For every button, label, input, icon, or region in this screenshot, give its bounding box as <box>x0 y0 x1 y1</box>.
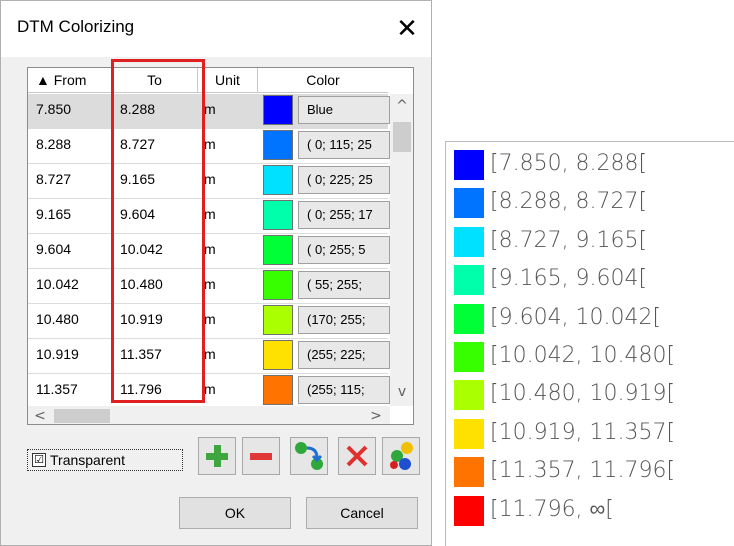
unit-cell[interactable]: m <box>204 339 216 373</box>
to-column-highlight <box>111 59 205 403</box>
remove-range-button[interactable] <box>242 437 280 475</box>
ok-button[interactable]: OK <box>179 497 291 529</box>
table-row[interactable]: 11.357 11.796 m (255; 115; <box>28 374 390 409</box>
from-cell[interactable]: 9.604 <box>36 234 71 268</box>
from-cell[interactable]: 10.480 <box>36 304 79 338</box>
horizontal-scroll-thumb[interactable] <box>54 409 110 423</box>
legend-range-label: [10.480, 10.919[ <box>490 381 676 407</box>
table-row[interactable]: 8.288 8.727 m( 0; 115; 25 <box>28 129 390 164</box>
unit-cell[interactable]: m <box>204 374 216 408</box>
table-row[interactable]: 10.042 10.480 m( 55; 255; <box>28 269 390 304</box>
from-cell[interactable]: 10.919 <box>36 339 79 373</box>
dialog-title: DTM Colorizing <box>17 17 135 36</box>
color-swatch[interactable] <box>263 270 293 300</box>
legend-swatch <box>454 265 484 296</box>
title-bar: DTM Colorizing ✕ <box>1 1 431 57</box>
unit-cell[interactable]: m <box>204 234 216 268</box>
color-value-field[interactable]: ( 0; 225; 25 <box>298 166 390 194</box>
scroll-right-arrow-icon[interactable]: > <box>364 406 388 424</box>
column-header-color[interactable]: Color <box>258 68 388 93</box>
legend-swatch <box>454 418 484 449</box>
unit-cell[interactable]: m <box>204 129 216 163</box>
table-row[interactable]: 9.604 10.042 m( 0; 255; 5 <box>28 234 390 269</box>
from-cell[interactable]: 7.850 <box>36 94 71 128</box>
column-header-unit[interactable]: Unit <box>198 68 258 93</box>
unit-cell[interactable]: m <box>204 269 216 303</box>
table-row[interactable]: 9.165 9.604 m( 0; 255; 17 <box>28 199 390 234</box>
horizontal-scrollbar[interactable]: < > <box>28 406 390 424</box>
color-swatch[interactable] <box>263 130 293 160</box>
color-palette-button[interactable] <box>382 437 420 475</box>
column-header-from[interactable]: ▲ From <box>28 68 112 93</box>
recolor-arrows-icon <box>295 442 323 470</box>
unit-cell[interactable]: m <box>204 199 216 233</box>
color-value-field[interactable]: ( 0; 255; 5 <box>298 236 390 264</box>
color-swatch[interactable] <box>263 200 293 230</box>
unit-cell[interactable]: m <box>204 304 216 338</box>
color-value-field[interactable]: ( 0; 115; 25 <box>298 131 390 159</box>
legend-swatch <box>454 226 484 257</box>
color-swatch[interactable] <box>263 375 293 405</box>
legend-range-label: [10.919, 11.357[ <box>490 419 676 445</box>
cancel-button[interactable]: Cancel <box>306 497 418 529</box>
legend-range-label: [9.604, 10.042[ <box>490 304 662 330</box>
legend-range-label: [10.042, 10.480[ <box>490 343 676 368</box>
legend-range-label: [11.796, ∞[ <box>490 496 614 522</box>
table-row[interactable]: 8.727 9.165 m( 0; 225; 25 <box>28 164 390 199</box>
color-swatch[interactable] <box>263 165 293 195</box>
from-cell[interactable]: 10.042 <box>36 269 79 303</box>
legend-swatch <box>454 303 484 334</box>
color-value-field[interactable]: Blue <box>298 96 390 124</box>
from-cell[interactable]: 8.727 <box>36 164 71 198</box>
from-cell[interactable]: 11.357 <box>36 374 78 408</box>
plus-icon <box>206 445 228 467</box>
color-swatch[interactable] <box>263 235 293 265</box>
color-swatch[interactable] <box>263 340 293 370</box>
unit-cell[interactable]: m <box>204 164 216 198</box>
color-swatch[interactable] <box>263 95 293 125</box>
color-balls-icon <box>390 442 413 470</box>
legend-range-label: [11.357, 11.796[ <box>490 458 676 484</box>
color-value-field[interactable]: (255; 225; <box>298 341 390 369</box>
from-cell[interactable]: 9.165 <box>36 199 71 233</box>
unit-cell[interactable]: m <box>204 94 216 128</box>
legend-range-label: [9.165, 9.604[ <box>490 266 648 292</box>
legend-swatch <box>454 188 484 219</box>
color-swatch[interactable] <box>263 305 293 335</box>
close-icon[interactable]: ✕ <box>387 9 427 49</box>
red-x-icon <box>346 445 368 467</box>
scroll-up-arrow-icon[interactable]: ^ <box>390 96 413 116</box>
vertical-scrollbar[interactable]: ^ v <box>390 94 413 406</box>
transparent-checkbox[interactable]: ☑ Transparent <box>27 449 183 471</box>
legend-range-label: [8.727, 9.165[ <box>490 227 648 253</box>
scroll-down-arrow-icon[interactable]: v <box>390 382 413 402</box>
table-row[interactable]: 7.850 8.288 m Blue <box>28 94 390 129</box>
table-row[interactable]: 10.919 11.357 m (255; 225; <box>28 339 390 374</box>
table-row[interactable]: 10.480 10.919 m (170; 255; <box>28 304 390 339</box>
transparent-label: Transparent <box>50 452 125 468</box>
color-value-field[interactable]: (170; 255; <box>298 306 390 334</box>
minus-icon <box>250 453 272 460</box>
legend-swatch <box>454 150 484 180</box>
color-value-field[interactable]: ( 0; 255; 17 <box>298 201 390 229</box>
scroll-left-arrow-icon[interactable]: < <box>28 406 52 424</box>
legend-range-label: [8.288, 8.727[ <box>490 189 648 215</box>
dtm-colorizing-dialog: DTM Colorizing ✕ ▲ From To Unit Color 7.… <box>0 0 432 546</box>
add-range-button[interactable] <box>198 437 236 475</box>
legend-swatch <box>454 457 484 488</box>
color-range-grid[interactable]: ▲ From To Unit Color 7.850 8.288 m Blue 8.28… <box>27 67 414 425</box>
color-value-field[interactable]: (255; 115; <box>298 376 390 404</box>
legend-swatch <box>454 495 484 526</box>
vertical-scroll-thumb[interactable] <box>393 122 411 152</box>
legend-swatch <box>454 342 484 372</box>
checkbox-checked-icon[interactable]: ☑ <box>32 453 46 467</box>
legend-range-label: [7.850, 8.288[ <box>490 151 648 176</box>
refresh-ranges-button[interactable] <box>290 437 328 475</box>
delete-all-button[interactable] <box>338 437 376 475</box>
from-cell[interactable]: 8.288 <box>36 129 71 163</box>
legend-swatch <box>454 380 484 411</box>
color-legend: [7.850, 8.288[ [8.288, 8.727[ [8.727, 9.16… <box>445 141 734 546</box>
color-value-field[interactable]: ( 55; 255; <box>298 271 390 299</box>
